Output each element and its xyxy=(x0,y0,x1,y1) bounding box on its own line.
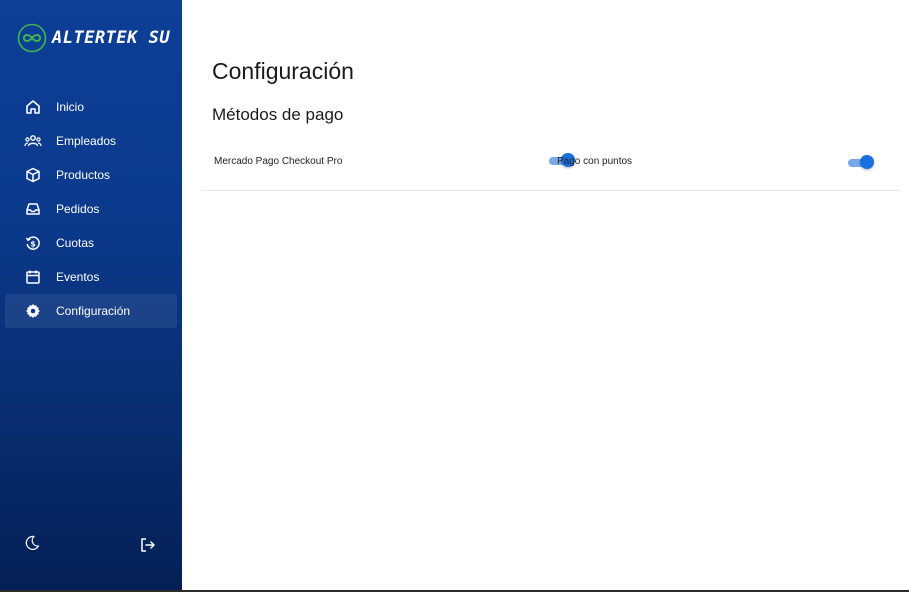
logout-icon[interactable] xyxy=(139,536,157,559)
sidebar-item-configuracion[interactable]: Configuración xyxy=(5,294,177,328)
sidebar-footer xyxy=(0,532,182,560)
page-title: Configuración xyxy=(212,58,354,84)
sidebar-item-label: Eventos xyxy=(56,270,100,284)
sidebar-item-inicio[interactable]: Inicio xyxy=(5,90,177,124)
calendar-icon xyxy=(24,268,42,286)
sidebar-item-label: Productos xyxy=(56,168,111,182)
sidebar-item-cuotas[interactable]: $ Cuotas xyxy=(5,226,177,260)
sidebar: ALTERTEK SU Inicio Empleados Productos P… xyxy=(0,0,182,592)
moon-icon[interactable] xyxy=(23,534,41,557)
sidebar-item-productos[interactable]: Productos xyxy=(5,158,177,192)
sidebar-item-label: Inicio xyxy=(56,100,85,114)
brand-logo[interactable]: ALTERTEK SU xyxy=(17,23,170,53)
payment-method-label-mercado-pago: Mercado Pago Checkout Pro xyxy=(214,156,343,167)
sidebar-item-label: Empleados xyxy=(56,134,117,148)
main-content: Configuración Métodos de pago Mercado Pa… xyxy=(182,0,909,592)
gear-icon xyxy=(24,302,42,320)
sidebar-item-label: Configuración xyxy=(56,304,131,318)
dollar-cycle-icon: $ xyxy=(24,234,42,252)
sidebar-nav: Inicio Empleados Productos Pedidos $ Cuo… xyxy=(5,90,177,328)
toggle-thumb xyxy=(860,155,874,169)
cube-icon xyxy=(24,166,42,184)
sidebar-item-empleados[interactable]: Empleados xyxy=(5,124,177,158)
infinity-logo-icon xyxy=(17,23,47,53)
sidebar-item-label: Pedidos xyxy=(56,202,100,216)
home-icon xyxy=(24,98,42,116)
payment-method-label-puntos: Pago con puntos xyxy=(557,156,633,167)
sidebar-item-eventos[interactable]: Eventos xyxy=(5,260,177,294)
svg-text:$: $ xyxy=(30,240,36,249)
users-icon xyxy=(24,132,42,150)
inbox-icon xyxy=(24,200,42,218)
sidebar-item-pedidos[interactable]: Pedidos xyxy=(5,192,177,226)
sidebar-item-label: Cuotas xyxy=(56,236,95,250)
section-title: Métodos de pago xyxy=(212,105,344,124)
divider xyxy=(202,190,900,191)
puntos-toggle[interactable] xyxy=(846,155,874,171)
brand-name: ALTERTEK SU xyxy=(52,28,171,48)
